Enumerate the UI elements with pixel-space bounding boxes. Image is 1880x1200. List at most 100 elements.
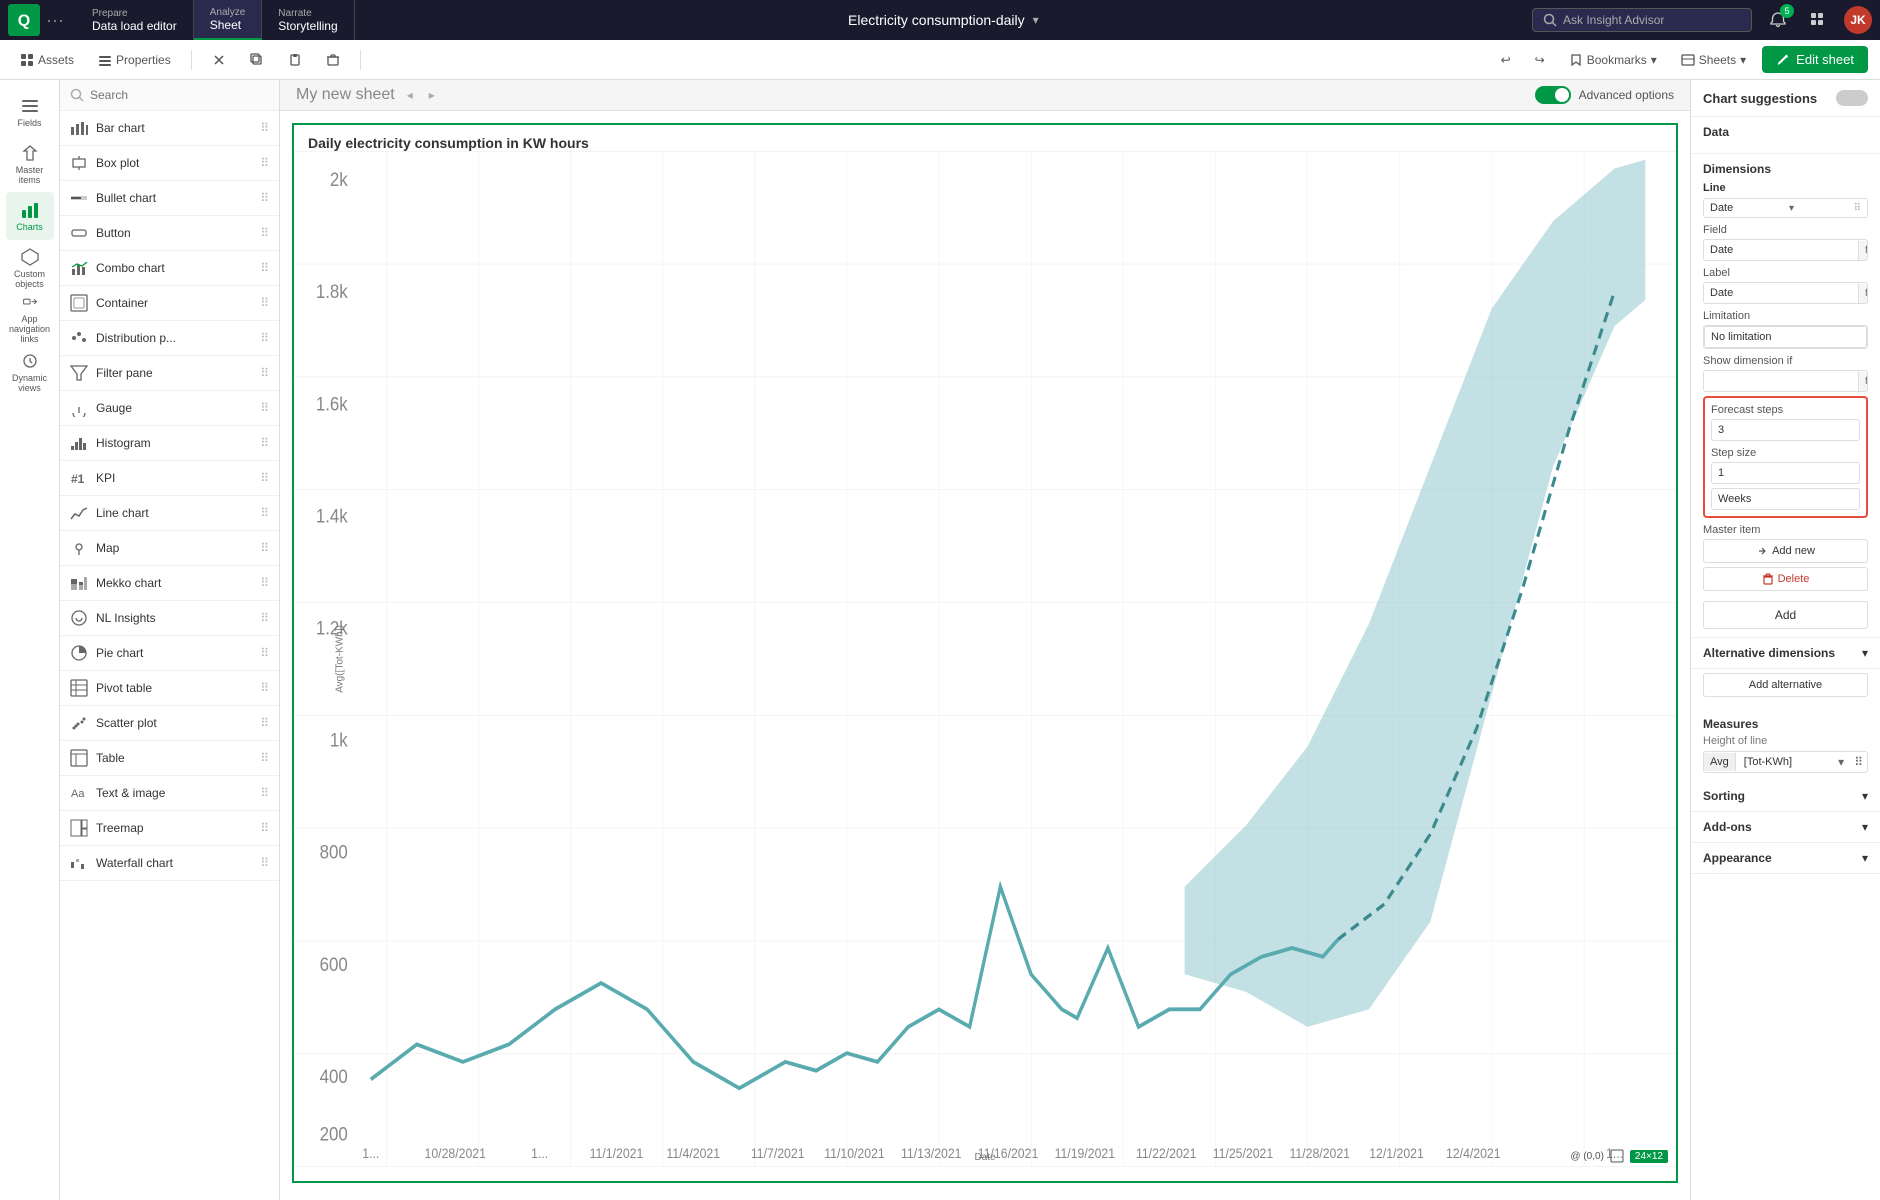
add-new-button[interactable]: Add new [1703,539,1868,563]
show-dim-fx-button[interactable]: fx [1858,372,1868,391]
list-item[interactable]: Button ⠿ [60,216,279,251]
appearance-section[interactable]: Appearance ▾ [1691,843,1880,874]
nav-right: Ask Insight Advisor 5 JK [1532,6,1872,34]
field-fx-button[interactable]: fx [1858,241,1868,260]
list-item[interactable]: Pie chart ⠿ [60,636,279,671]
panel-search[interactable] [60,80,279,111]
panel-search-input[interactable] [90,88,269,102]
mekko-icon [70,574,88,592]
next-nav[interactable]: ▸ [425,86,439,104]
sidebar-item-dynamic-views[interactable]: Dynamic views [6,348,54,396]
step-size-input[interactable] [1711,462,1860,484]
list-item[interactable]: Gauge ⠿ [60,391,279,426]
label-fx-button[interactable]: fx [1858,284,1868,303]
list-item[interactable]: Waterfall chart ⠿ [60,846,279,881]
sidebar-item-app-nav[interactable]: App navigation links [6,296,54,344]
add-alternative-button[interactable]: Add alternative [1703,673,1868,697]
list-item[interactable]: #1 KPI ⠿ [60,461,279,496]
alt-dimensions-section[interactable]: Alternative dimensions ▾ [1691,638,1880,669]
svg-text:200: 200 [320,1124,348,1145]
line-chart-icon [70,504,88,522]
sheets-button[interactable]: Sheets ▾ [1673,46,1754,73]
list-item[interactable]: Table ⠿ [60,741,279,776]
list-item[interactable]: Combo chart ⠿ [60,251,279,286]
sorting-section[interactable]: Sorting ▾ [1691,781,1880,812]
undo-button[interactable]: ↩ [1493,46,1519,73]
list-item[interactable]: Container ⠿ [60,286,279,321]
list-item[interactable]: Map ⠿ [60,531,279,566]
nav-narrate[interactable]: Narrate Storytelling [262,0,354,40]
list-item[interactable]: Filter pane ⠿ [60,356,279,391]
notifications-button[interactable]: 5 [1764,6,1792,34]
list-item[interactable]: Bullet chart ⠿ [60,181,279,216]
x-axis-label: Date [972,1150,997,1165]
list-item[interactable]: Pivot table ⠿ [60,671,279,706]
svg-text:400: 400 [320,1066,348,1087]
paste-button[interactable] [280,49,310,71]
apps-button[interactable] [1804,6,1832,34]
dynamic-views-icon [20,351,40,371]
measures-dropdown[interactable]: ▾ [1834,752,1848,772]
limitation-select[interactable]: No limitation Fixed number [1704,326,1867,348]
dimension-label-field: fx [1703,282,1868,304]
weeks-select[interactable]: Weeks Days Months [1711,488,1860,510]
list-item[interactable]: Box plot ⠿ [60,146,279,181]
delete-button[interactable]: Delete [1703,567,1868,591]
list-item[interactable]: Mekko chart ⠿ [60,566,279,601]
edit-sheet-button[interactable]: Edit sheet [1762,46,1868,73]
addons-chevron: ▾ [1862,820,1868,834]
svg-text:600: 600 [320,954,348,975]
redo-button[interactable]: ↪ [1527,46,1553,73]
copy-icon [250,53,264,67]
waterfall-icon [70,854,88,872]
dimension-field-input[interactable] [1704,240,1858,260]
advanced-options-switch[interactable] [1535,86,1571,104]
cut-button[interactable] [204,49,234,71]
charts-icon [20,200,40,220]
sidebar-item-charts[interactable]: Charts [6,192,54,240]
assets-button[interactable]: Assets [12,49,82,71]
user-avatar[interactable]: JK [1844,6,1872,34]
search-input[interactable]: Ask Insight Advisor [1532,8,1752,32]
dimension-label-input[interactable] [1704,283,1858,303]
svg-text:12/4/2021: 12/4/2021 [1446,1145,1501,1161]
chart-area: My new sheet ◂ ▸ Advanced options Daily … [280,80,1690,1200]
distribution-icon [70,329,88,347]
sidebar-item-custom-objects[interactable]: Custom objects [6,244,54,292]
show-dimension-if-input[interactable] [1704,371,1858,391]
list-item[interactable]: NL Insights ⠿ [60,601,279,636]
dimension-date-dropdown[interactable]: Date ▾ ⠿ [1703,198,1868,218]
forecast-steps-input[interactable] [1711,419,1860,441]
list-item[interactable]: Line chart ⠿ [60,496,279,531]
toolbar-right: ↩ ↪ Bookmarks ▾ Sheets ▾ Edit sheet [1493,46,1868,73]
prev-nav[interactable]: ◂ [403,86,417,104]
toolbar: Assets Properties [0,40,1880,80]
nav-analyze[interactable]: Analyze Sheet [194,0,263,40]
app-nav-icon [20,296,40,312]
trash-icon [1762,573,1774,585]
delete-icon [326,53,340,67]
right-panel: Chart suggestions Data Dimensions Line D… [1690,80,1880,1200]
sidebar-item-fields[interactable]: Fields [6,88,54,136]
bookmarks-button[interactable]: Bookmarks ▾ [1561,46,1665,73]
panel-list: Bar chart ⠿ Box plot ⠿ Bullet chart ⠿ [60,111,279,1200]
list-item[interactable]: Treemap ⠿ [60,811,279,846]
list-item[interactable]: Bar chart ⠿ [60,111,279,146]
title-dropdown-icon[interactable]: ▾ [1033,13,1039,27]
filter-icon [70,364,88,382]
properties-button[interactable]: Properties [90,49,179,71]
addons-section[interactable]: Add-ons ▾ [1691,812,1880,843]
copy-button[interactable] [242,49,272,71]
delete-button[interactable] [318,49,348,71]
brand-menu[interactable]: ··· [46,10,64,31]
list-item[interactable]: Distribution p... ⠿ [60,321,279,356]
nav-prepare[interactable]: Prepare Data load editor [76,0,194,40]
add-button[interactable]: Add [1703,601,1868,629]
list-item[interactable]: Aa Text & image ⠿ [60,776,279,811]
scissors-icon [212,53,226,67]
chart-suggestions-toggle[interactable] [1836,90,1868,106]
sidebar-item-master-items[interactable]: Master items [6,140,54,188]
y-axis-label: Avg([Tot-KWh]) [334,625,345,693]
list-item[interactable]: Scatter plot ⠿ [60,706,279,741]
list-item[interactable]: Histogram ⠿ [60,426,279,461]
